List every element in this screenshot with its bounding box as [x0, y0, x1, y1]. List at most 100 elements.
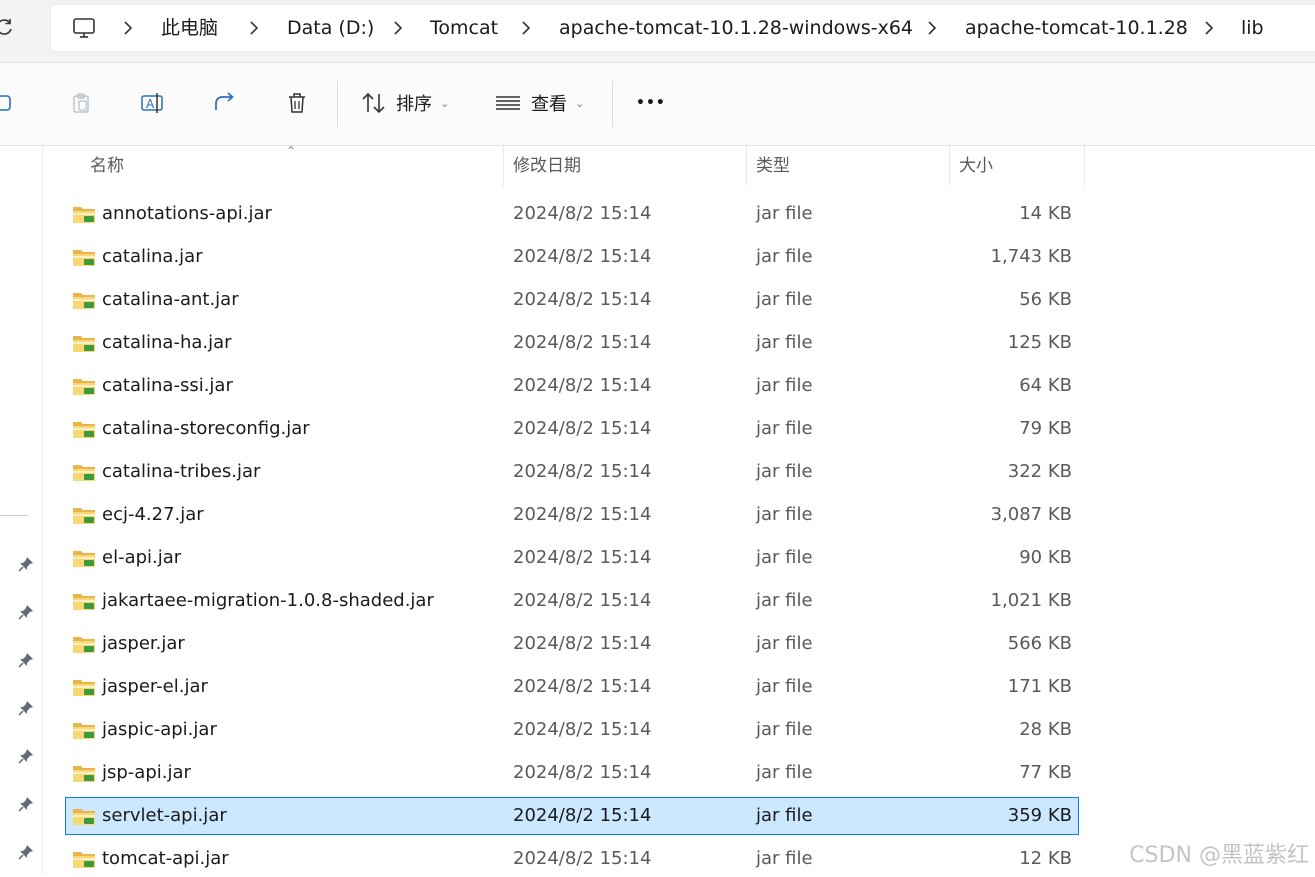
jar-file-icon — [73, 766, 95, 782]
breadcrumb-data-drive[interactable]: Data (D:) — [287, 5, 374, 51]
file-row[interactable]: catalina-ssi.jar 2024/8/2 15:14 jar file 64… — [66, 368, 1078, 404]
file-size: 79 KB — [1019, 418, 1072, 439]
file-size: 359 KB — [1007, 805, 1072, 826]
file-row[interactable]: annotations-api.jar 2024/8/2 15:14 jar fil… — [66, 196, 1078, 232]
file-name: catalina-ha.jar — [102, 332, 232, 353]
copy-button[interactable] — [0, 85, 22, 121]
file-size: 90 KB — [1019, 547, 1072, 568]
file-type: jar file — [756, 719, 813, 740]
file-size: 77 KB — [1019, 762, 1072, 783]
column-header-type[interactable]: 类型 — [756, 146, 790, 186]
jar-file-icon — [73, 336, 95, 352]
paste-button[interactable] — [63, 85, 99, 121]
address-bar-region: 此电脑 Data (D:) Tomcat apache-tomcat-10.1.… — [0, 0, 1315, 63]
pin-icon[interactable] — [18, 556, 34, 572]
jar-file-icon — [73, 508, 95, 524]
file-row[interactable]: catalina-tribes.jar 2024/8/2 15:14 jar fil… — [66, 454, 1078, 490]
file-type: jar file — [756, 848, 813, 869]
chevron-right-icon[interactable] — [389, 19, 407, 37]
sort-icon — [362, 92, 385, 114]
column-resize-handle[interactable] — [746, 146, 747, 186]
file-size: 125 KB — [1007, 332, 1072, 353]
address-bar[interactable]: 此电脑 Data (D:) Tomcat apache-tomcat-10.1.… — [50, 4, 1315, 52]
file-name: el-api.jar — [102, 547, 182, 568]
sort-ascending-icon: ⌃ — [286, 144, 297, 158]
breadcrumb-this-pc[interactable]: 此电脑 — [161, 5, 218, 51]
file-row[interactable]: el-api.jar 2024/8/2 15:14 jar file 90 KB — [66, 540, 1078, 576]
navigation-pane[interactable] — [0, 146, 43, 875]
file-name: servlet-api.jar — [102, 805, 227, 826]
file-type: jar file — [756, 289, 813, 310]
jar-file-icon — [73, 723, 95, 739]
column-header-name[interactable]: 名称 — [90, 146, 124, 186]
view-label: 查看 — [531, 94, 567, 115]
file-row[interactable]: catalina-storeconfig.jar 2024/8/2 15:14 ja… — [66, 411, 1078, 447]
file-type: jar file — [756, 461, 813, 482]
chevron-right-icon[interactable] — [923, 19, 941, 37]
column-resize-handle[interactable] — [1084, 146, 1085, 186]
pin-icon[interactable] — [18, 652, 34, 668]
file-row[interactable]: jasper.jar 2024/8/2 15:14 jar file 566 KB — [66, 626, 1078, 662]
file-row[interactable]: ecj-4.27.jar 2024/8/2 15:14 jar file 3,087 … — [66, 497, 1078, 533]
pin-icon[interactable] — [18, 748, 34, 764]
watermark: CSDN @黑蓝紫红 — [1129, 843, 1309, 868]
chevron-right-icon[interactable] — [119, 19, 137, 37]
file-modified: 2024/8/2 15:14 — [513, 590, 652, 611]
jar-file-icon — [73, 551, 95, 567]
view-button[interactable]: 查看 ⌄ — [495, 85, 584, 121]
toolbar-divider — [337, 81, 338, 127]
file-modified: 2024/8/2 15:14 — [513, 418, 652, 439]
pin-icon[interactable] — [18, 796, 34, 812]
column-header-size[interactable]: 大小 — [959, 146, 993, 186]
sort-button[interactable]: 排序 ⌄ — [360, 85, 449, 121]
file-row[interactable]: catalina-ha.jar 2024/8/2 15:14 jar file 125… — [66, 325, 1078, 361]
paste-icon — [73, 93, 89, 113]
rename-button[interactable]: A — [135, 85, 171, 121]
column-resize-handle[interactable] — [503, 146, 504, 186]
share-button[interactable] — [207, 85, 243, 121]
chevron-right-icon[interactable] — [517, 19, 535, 37]
refresh-button[interactable] — [0, 10, 20, 44]
file-type: jar file — [756, 633, 813, 654]
file-row[interactable]: catalina-ant.jar 2024/8/2 15:14 jar file 56… — [66, 282, 1078, 318]
column-headers: ⌃ 名称 修改日期 类型 大小 — [43, 144, 1315, 186]
chevron-right-icon[interactable] — [245, 19, 263, 37]
view-list-icon — [496, 96, 520, 110]
pin-icon[interactable] — [18, 700, 34, 716]
file-name: catalina.jar — [102, 246, 203, 267]
jar-file-icon — [73, 680, 95, 696]
file-modified: 2024/8/2 15:14 — [513, 633, 652, 654]
breadcrumb-tomcat-windows[interactable]: apache-tomcat-10.1.28-windows-x64 — [559, 5, 913, 51]
jar-file-icon — [73, 207, 95, 223]
jar-file-icon — [73, 293, 95, 309]
file-name: ecj-4.27.jar — [102, 504, 204, 525]
file-type: jar file — [756, 418, 813, 439]
file-modified: 2024/8/2 15:14 — [513, 246, 652, 267]
jar-file-icon — [73, 809, 95, 825]
nav-divider — [0, 515, 28, 516]
column-header-modified[interactable]: 修改日期 — [513, 146, 581, 186]
chevron-down-icon: ⌄ — [575, 96, 585, 110]
pin-icon[interactable] — [18, 844, 34, 860]
breadcrumb-tomcat-version[interactable]: apache-tomcat-10.1.28 — [965, 5, 1188, 51]
file-row[interactable]: jasper-el.jar 2024/8/2 15:14 jar file 171 K… — [66, 669, 1078, 705]
breadcrumb-lib[interactable]: lib — [1241, 5, 1264, 51]
file-name: jsp-api.jar — [102, 762, 191, 783]
file-name: catalina-ssi.jar — [102, 375, 233, 396]
svg-text:A: A — [146, 97, 155, 111]
file-size: 56 KB — [1019, 289, 1072, 310]
file-type: jar file — [756, 504, 813, 525]
column-resize-handle[interactable] — [949, 146, 950, 186]
chevron-right-icon[interactable] — [1200, 19, 1218, 37]
pin-icon[interactable] — [18, 604, 34, 620]
rename-icon: A — [141, 93, 163, 113]
file-row[interactable]: jsp-api.jar 2024/8/2 15:14 jar file 77 KB — [66, 755, 1078, 791]
file-row[interactable]: jaspic-api.jar 2024/8/2 15:14 jar file 28 K… — [66, 712, 1078, 748]
file-row[interactable]: servlet-api.jar 2024/8/2 15:14 jar file 359… — [65, 797, 1079, 835]
delete-button[interactable] — [279, 85, 315, 121]
breadcrumb-tomcat[interactable]: Tomcat — [430, 5, 498, 51]
more-options-button[interactable]: ••• — [636, 85, 666, 121]
file-row[interactable]: jakartaee-migration-1.0.8-shaded.jar 2024… — [66, 583, 1078, 619]
file-row[interactable]: tomcat-api.jar 2024/8/2 15:14 jar file 12 K… — [66, 841, 1078, 877]
file-row[interactable]: catalina.jar 2024/8/2 15:14 jar file 1,743 … — [66, 239, 1078, 275]
